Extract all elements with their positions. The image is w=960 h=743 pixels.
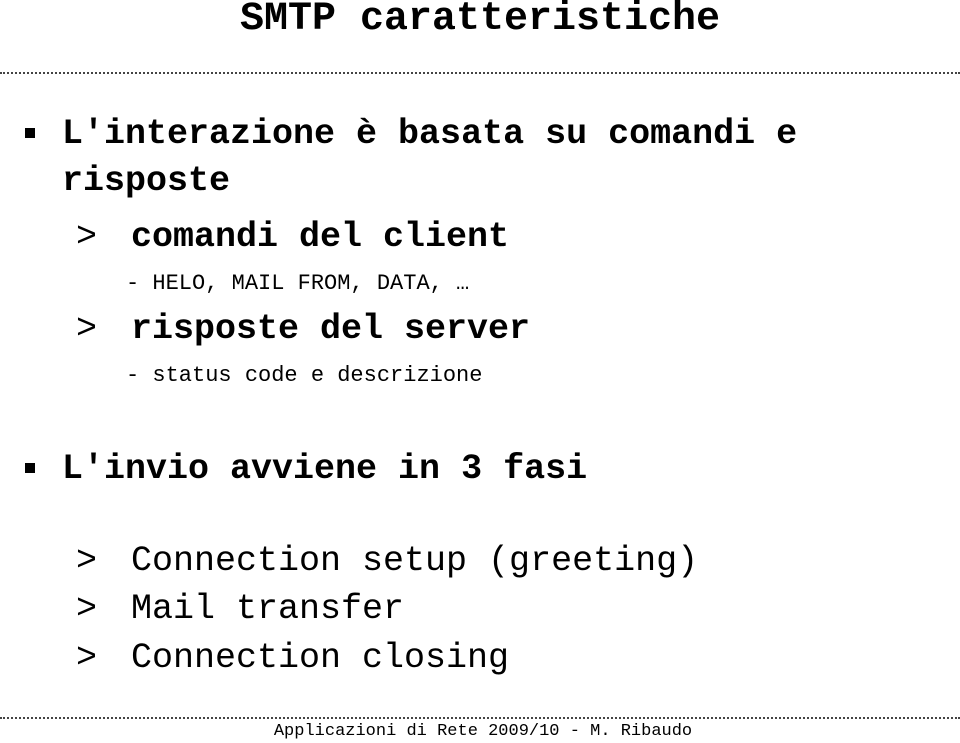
sub-bullet-server-responses: risposte del server (131, 309, 531, 349)
square-bullet-icon (25, 463, 35, 473)
phase-connection-closing: Connection closing (131, 638, 510, 678)
phase-connection-setup: Connection setup (greeting) (131, 541, 699, 581)
bullet-1-text-line-2: risposte (62, 161, 231, 201)
detail-client-commands: - HELO, MAIL FROM, DATA, … (126, 271, 470, 296)
sub-bullet-arrow-icon: > (76, 638, 98, 678)
footer: Applicazioni di Rete 2009/10 - M. Ribaud… (0, 721, 960, 743)
sub-bullet-arrow-icon: > (76, 309, 98, 349)
square-bullet-icon (25, 128, 35, 138)
bullet-2-text: L'invio avviene in 3 fasi (62, 449, 588, 489)
detail-server-responses: - status code e descrizione (126, 363, 483, 388)
sub-bullet-arrow-icon: > (76, 589, 98, 629)
sub-bullet-client-commands: comandi del client (131, 217, 510, 257)
bottom-divider (0, 717, 960, 719)
sub-bullet-arrow-icon: > (76, 541, 98, 581)
sub-bullet-arrow-icon: > (76, 217, 98, 257)
bullet-1-text-line-1: L'interazione è basata su comandi e (62, 114, 798, 154)
top-divider (0, 72, 960, 74)
footer-text: Applicazioni di Rete 2009/10 - M. Ribaud… (273, 722, 693, 741)
phase-mail-transfer: Mail transfer (131, 589, 405, 629)
slide-title: SMTP caratteristiche (239, 0, 721, 42)
